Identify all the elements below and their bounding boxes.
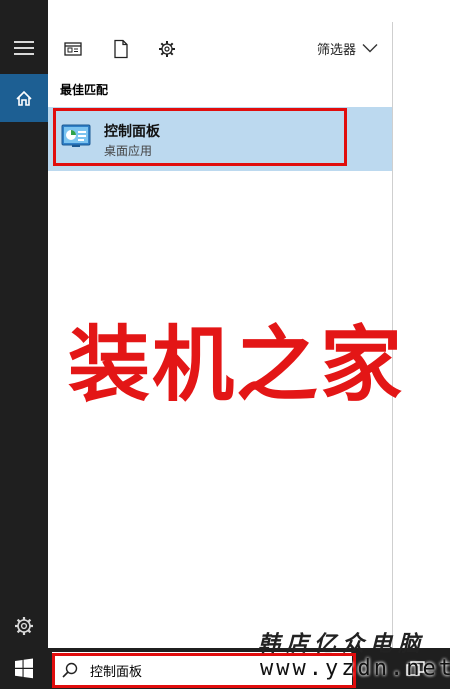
highlight-box-result [53,108,347,166]
home-button[interactable] [0,74,48,122]
apps-filter-button[interactable] [62,38,84,60]
start-rail [0,0,48,689]
windows-logo-icon [15,658,33,679]
best-match-heading: 最佳匹配 [60,83,109,97]
home-icon [16,90,32,106]
filter-label: 筛选器 [316,42,356,58]
document-icon [114,39,128,59]
settings-filter-button[interactable] [156,38,178,60]
window-icon [64,42,82,56]
gear-icon [15,617,33,635]
chevron-down-icon [362,44,378,53]
start-button[interactable] [0,648,48,689]
documents-filter-button[interactable] [110,38,132,60]
filter-dropdown[interactable]: 筛选器 [317,36,378,60]
watermark-text: 装机之家 [67,317,404,413]
hamburger-icon[interactable] [14,40,34,56]
settings-button[interactable] [0,604,48,648]
watermark-shop-name: 韩店亿众电脑 [258,631,427,657]
gear-icon [159,41,175,57]
search-toolbar: 筛选器 [48,22,392,74]
watermark-url: www.yzdn.net [260,656,450,681]
